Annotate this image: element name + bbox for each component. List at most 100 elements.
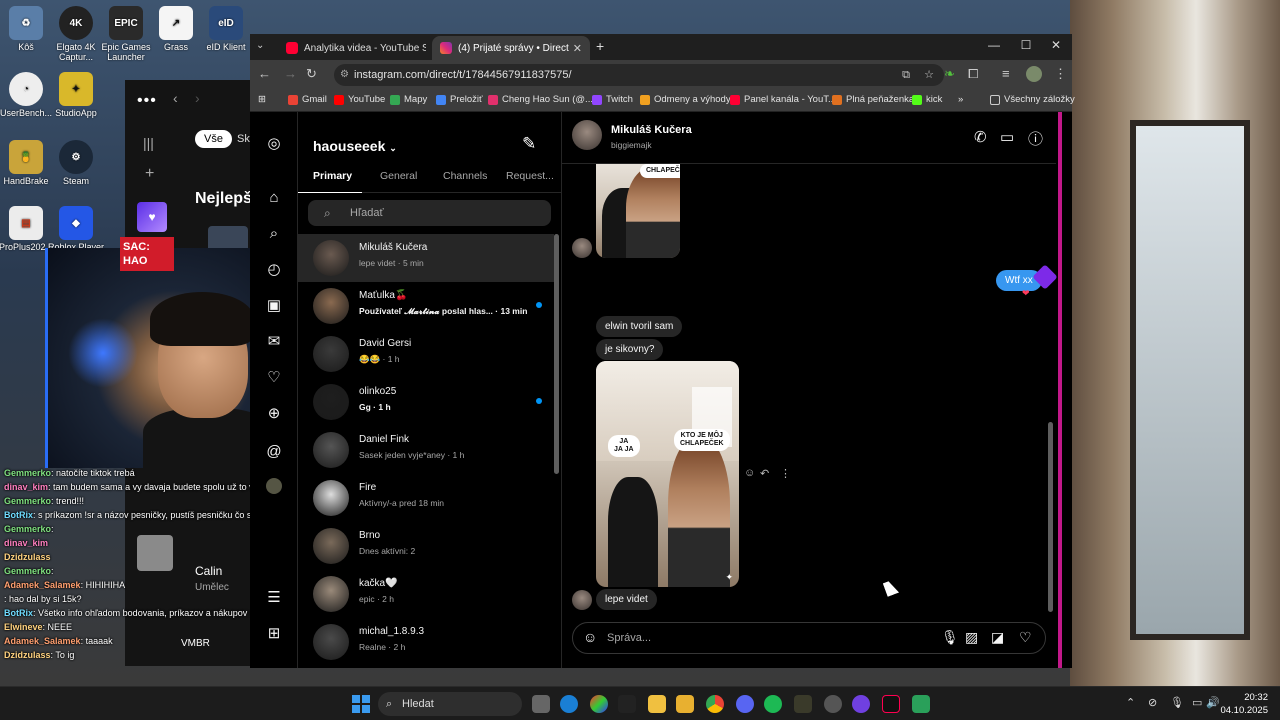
incoming-message[interactable]: je sikovny? [596,339,664,360]
game-app-icon[interactable] [794,695,812,713]
bookmark-kick[interactable]: kick [912,94,942,105]
threads-icon[interactable]: @ [264,442,284,462]
forward-icon[interactable]: → [284,66,297,81]
network-icon[interactable]: ⊘ [1148,696,1157,709]
conversation-row[interactable]: kačka🤍 epic · 2 h [298,570,554,618]
video-call-icon[interactable]: ▭ [1000,128,1014,146]
tray-overflow-icon[interactable]: ⌃ [1126,696,1135,709]
incoming-message[interactable]: elwin tvoril sam [596,316,683,337]
sticker-icon[interactable]: ◪ [991,629,1004,646]
maximize-icon[interactable]: ☐ [1016,38,1036,52]
create-icon[interactable]: ⊕ [264,404,284,424]
start-icon[interactable] [352,695,370,713]
conversation-row[interactable]: Brno Dnes aktívni: 2 [298,522,554,570]
tab-youtube-studio[interactable]: Analytika videa - YouTube Studio ✕ [278,36,450,60]
tiktok-icon[interactable] [882,695,900,713]
tab-requests[interactable]: Request... [506,170,554,182]
home-icon[interactable]: ⌂ [264,188,284,208]
desktop-icon-steam[interactable]: ⚙ Steam [46,140,106,186]
profile-avatar[interactable] [1026,66,1042,82]
menu-icon[interactable]: ☰ [264,588,284,608]
desktop-icon-roblox[interactable]: ◆ Roblox Player [46,206,106,252]
new-message-icon[interactable]: ✎ [522,134,536,154]
more-options-icon[interactable]: ⋮ [780,467,791,480]
react-icon[interactable]: ☺ [744,467,755,479]
image-icon[interactable]: ▨ [965,629,978,646]
filter-next-chip[interactable]: Sk [237,133,250,145]
discord-icon[interactable] [736,695,754,713]
spotify-icon[interactable] [764,695,782,713]
mic-icon[interactable]: 🎙 [1170,696,1184,709]
address-bar[interactable]: ⚙ instagram.com/direct/t/178445679118375… [334,64,944,86]
task-view-icon[interactable] [532,695,550,713]
capcut-icon[interactable] [618,695,636,713]
emoji-icon[interactable]: ☺ [583,629,597,645]
instagram-logo-icon[interactable]: ◎ [264,134,284,154]
profile-avatar[interactable] [266,478,282,494]
tab-channels[interactable]: Channels [443,170,487,182]
also-from-meta-icon[interactable]: ⊞ [264,624,284,644]
search-input[interactable]: ⌕ Hľadať [308,200,551,226]
store-icon[interactable] [648,695,666,713]
conversation-row[interactable]: David Gersi 😂😂 · 1 h [298,330,554,378]
volume-icon[interactable]: 🔊 [1206,696,1220,709]
all-bookmarks[interactable]: Všechny záložky [990,94,1075,105]
shared-video-top[interactable]: CHLAPEČEK [596,164,680,258]
taskbar-search[interactable]: ⌕ Hledat [378,692,522,716]
filter-all-chip[interactable]: Vše [195,130,232,148]
tab-instagram-direct[interactable]: (4) Prijaté správy • Direct ✕ [432,36,590,60]
forward-arrow-icon[interactable]: › [195,90,200,106]
obs-icon[interactable] [852,695,870,713]
add-icon[interactable]: + [145,165,154,183]
incoming-message[interactable]: lepe videt [596,589,657,610]
steelseries-icon[interactable] [824,695,842,713]
edge-icon[interactable] [560,695,578,713]
info-icon[interactable]: ⓘ [1028,128,1043,149]
reload-icon[interactable]: ↻ [306,66,317,82]
liked-songs-icon[interactable]: ♥ [137,202,167,232]
bookmark-youtube-panel[interactable]: Panel kanála - YouT... [730,94,836,105]
back-icon[interactable]: ← [258,66,271,81]
display-icon[interactable]: ▭ [1192,696,1202,709]
account-switcher[interactable]: haouseeek ⌄ [313,138,397,154]
scrollbar[interactable] [554,234,559,474]
tab-primary[interactable]: Primary [313,170,352,182]
shared-video[interactable]: JA JA JA KTO JE MÔJ CHLAPEČEK ✦ [596,361,739,587]
new-tab-icon[interactable]: + [596,38,604,54]
media-control-icon[interactable]: ≡ [1002,66,1010,81]
close-tab-icon[interactable]: ✕ [573,42,582,55]
library-icon[interactable]: ||| [143,135,154,151]
file-explorer-icon[interactable] [676,695,694,713]
bookmark-gmail[interactable]: Gmail [288,94,327,105]
back-arrow-icon[interactable]: ‹ [173,90,178,106]
contact-avatar[interactable] [572,120,602,150]
conversation-row[interactable]: Maťulka🍒 Používateľ 𝓜𝓪𝓻𝓽𝓲𝓷𝓪 poslal hlas..… [298,282,554,330]
conversation-row[interactable]: michal_1.8.9.3 Realne · 2 h [298,618,554,666]
apps-grid-icon[interactable]: ⊞ [258,94,266,105]
extension-grass-icon[interactable]: ❧ [944,66,955,82]
streamlabs-icon[interactable] [912,695,930,713]
microphone-icon[interactable]: 🎙 [941,629,959,646]
notifications-icon[interactable]: ♡ [264,368,284,388]
close-window-icon[interactable]: ✕ [1046,38,1066,52]
extensions-icon[interactable]: ⧠ [968,66,978,82]
bookmark-wallet[interactable]: Plná peňaženka [832,94,914,105]
heart-icon[interactable]: ♡ [1019,629,1032,646]
conversation-row[interactable]: Mikuláš Kučera lepe videt · 5 min [298,234,554,282]
chrome-beta-icon[interactable] [590,695,608,713]
more-icon[interactable]: ••• [137,92,157,110]
message-input[interactable] [607,629,927,647]
bookmark-star-icon[interactable]: ☆ [924,64,934,86]
phone-icon[interactable]: ✆ [974,128,987,146]
reply-icon[interactable]: ↶ [760,467,769,480]
tab-list-icon[interactable]: ⌄ [256,40,264,51]
desktop-icon-studioapp[interactable]: ✦ StudioApp [46,72,106,118]
bookmark-translate[interactable]: Preložiť [436,94,483,105]
install-app-icon[interactable]: ⧉ [902,64,910,86]
search-icon[interactable]: ⌕ [264,224,284,244]
bookmark-twitch[interactable]: Twitch [592,94,633,105]
conversation-row[interactable]: Fire Aktívny/-a pred 18 min [298,474,554,522]
chrome-icon[interactable] [706,695,724,713]
bookmark-rewards[interactable]: Odmeny a výhody [640,94,731,105]
contact-name[interactable]: Mikuláš Kučera [611,124,692,136]
